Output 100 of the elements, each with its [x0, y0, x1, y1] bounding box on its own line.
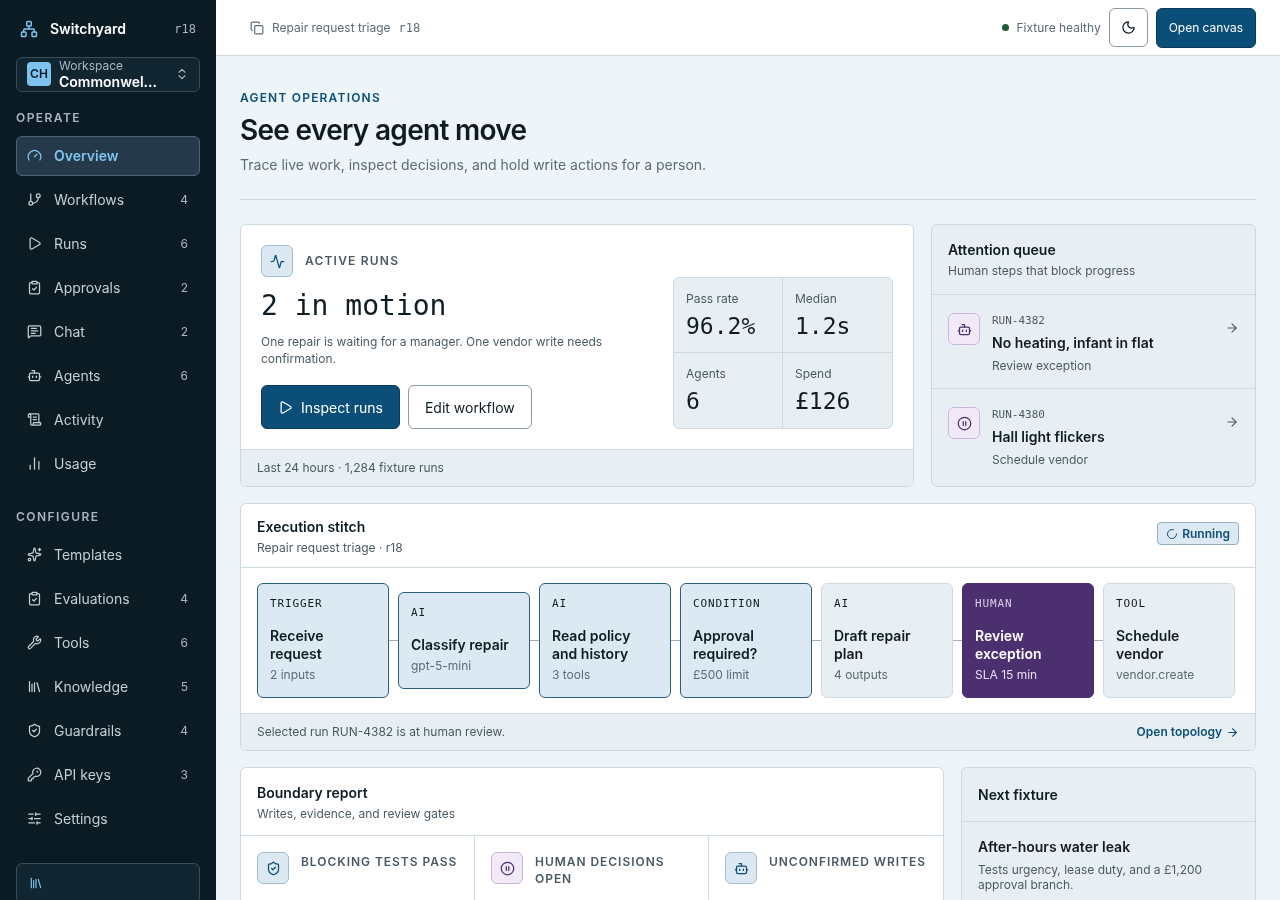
- stat-label: Pass rate: [686, 290, 740, 308]
- fixture-name: After-hours water leak: [978, 837, 1132, 857]
- edit-workflow-button[interactable]: Edit workflow: [407, 385, 532, 429]
- nav-count: 4: [180, 721, 188, 740]
- card-footer: Last 24 hours · 1,284 fixture runs: [241, 449, 913, 486]
- footer-text: Selected run RUN-4382 is at human review.: [257, 723, 505, 741]
- copy-icon: [250, 20, 264, 35]
- node-detail: £500 limit: [693, 666, 751, 684]
- metric-label: BLOCKING TESTS PASS: [301, 853, 458, 871]
- section-heading: CONFIGURE: [16, 507, 101, 526]
- nav-item[interactable]: Usage: [16, 443, 200, 484]
- node-title: Read policy and history: [552, 626, 632, 663]
- chat-icon: [27, 324, 42, 339]
- card-label: ACTIVE RUNS: [305, 252, 400, 270]
- workflow-node[interactable]: AI Draft repair plan 4 outputs: [821, 583, 953, 698]
- nav-item[interactable]: API keys 3: [16, 754, 200, 795]
- shield-icon: [27, 723, 42, 738]
- run-id: RUN-4380: [992, 407, 1046, 423]
- nav-item[interactable]: Tools 6: [16, 622, 200, 663]
- run-title: No heating, infant in flat: [992, 332, 1155, 353]
- node-detail: vendor.create: [1116, 666, 1196, 684]
- logo-icon: [20, 19, 38, 38]
- nav-item[interactable]: Evaluations 4: [16, 578, 200, 619]
- theme-toggle[interactable]: [1108, 8, 1148, 47]
- section-heading: OPERATE: [16, 108, 82, 127]
- page-title: See every agent move: [240, 113, 528, 148]
- brand-name: Switchyard: [50, 19, 126, 39]
- gauge-icon: [27, 148, 42, 163]
- node-detail: SLA 15 min: [975, 666, 1039, 684]
- card-subtitle: Writes, evidence, and review gates: [257, 805, 457, 823]
- node-type: CONDITION: [693, 596, 762, 612]
- sparkle-icon: [27, 547, 42, 562]
- nav-count: 6: [180, 234, 188, 253]
- inspect-runs-button[interactable]: Inspect runs: [261, 385, 400, 429]
- nav-item[interactable]: Runs 6: [16, 223, 200, 264]
- moon-icon: [1120, 20, 1136, 35]
- shield-icon: [257, 852, 289, 884]
- stat-label: Spend: [795, 365, 833, 383]
- revision-label: r18: [398, 19, 421, 37]
- wrench-icon: [27, 635, 42, 650]
- stat-value: 6: [686, 387, 701, 416]
- stat-value: £126: [795, 387, 852, 416]
- node-title: Schedule vendor: [1116, 626, 1181, 663]
- node-type: TOOL: [1116, 596, 1147, 612]
- workflow-node[interactable]: HUMAN Review exception SLA 15 min: [962, 583, 1094, 698]
- card-title: Execution stitch: [257, 517, 367, 537]
- queue-item[interactable]: RUN-4380 Hall light flickers Schedule vendor: [932, 389, 1255, 483]
- nav-count: 2: [180, 278, 188, 297]
- eyebrow: AGENT OPERATIONS: [240, 89, 382, 107]
- clipboard-icon: [27, 591, 42, 606]
- node-title: Approval required?: [693, 626, 759, 663]
- play-icon: [27, 236, 42, 251]
- pause-icon: [491, 852, 523, 884]
- workflow-node[interactable]: AI Read policy and history 3 tools: [539, 583, 671, 698]
- node-detail: 2 inputs: [270, 666, 317, 684]
- stat-value: 96.2%: [686, 312, 757, 341]
- branch-icon: [27, 192, 42, 207]
- node-detail: 3 tools: [552, 666, 592, 684]
- nav-count: 6: [180, 633, 188, 652]
- workspace-label: Workspace: [59, 58, 125, 73]
- workflow-node[interactable]: AI Classify repair gpt-5-mini: [398, 592, 530, 689]
- robot-icon: [27, 368, 42, 383]
- node-type: AI: [834, 596, 850, 612]
- card-title: Boundary report: [257, 783, 369, 803]
- nav-item[interactable]: Templates: [16, 534, 200, 575]
- open-canvas-button[interactable]: Open canvas: [1155, 7, 1256, 48]
- nav-item[interactable]: Approvals 2: [16, 267, 200, 308]
- workflow-node[interactable]: TOOL Schedule vendor vendor.create: [1103, 583, 1235, 698]
- nav-item[interactable]: Agents 6: [16, 355, 200, 396]
- open-topology-link[interactable]: Open topology: [1136, 723, 1239, 741]
- running-badge: Running: [1157, 522, 1239, 545]
- scroll-icon: [27, 412, 42, 427]
- run-action: Schedule vendor: [992, 450, 1090, 469]
- node-title: Receive request: [270, 626, 325, 663]
- nav-count: 4: [180, 190, 188, 209]
- card-subtitle: Repair request triage · r18: [257, 539, 403, 557]
- stat-label: Agents: [686, 365, 727, 383]
- node-type: HUMAN: [975, 596, 1014, 612]
- metric-label: UNCONFIRMED WRITES: [769, 853, 926, 871]
- workflow-node[interactable]: TRIGGER Receive request 2 inputs: [257, 583, 389, 698]
- robot-icon: [725, 852, 757, 884]
- workflow-node[interactable]: CONDITION Approval required? £500 limit: [680, 583, 812, 698]
- arrow-icon: [1226, 725, 1239, 739]
- run-id: RUN-4382: [992, 313, 1046, 329]
- nav-count: 4: [180, 589, 188, 608]
- nav-item[interactable]: Overview: [16, 135, 200, 176]
- library-icon: [29, 875, 43, 890]
- bar-chart-icon: [27, 456, 42, 471]
- revision-label: r18: [174, 20, 196, 38]
- nav-item[interactable]: Knowledge 5: [16, 666, 200, 707]
- nav-item[interactable]: Chat 2: [16, 311, 200, 352]
- nav-item[interactable]: Activity: [16, 399, 200, 440]
- card-title: Attention queue: [948, 240, 1057, 260]
- queue-item[interactable]: RUN-4382 No heating, infant in flat Review exception: [932, 295, 1255, 389]
- run-action: Review exception: [992, 356, 1093, 375]
- nav-item[interactable]: Guardrails 4: [16, 710, 200, 751]
- nav-item[interactable]: Workflows 4: [16, 179, 200, 220]
- nav-item[interactable]: Settings: [16, 798, 200, 839]
- card-title: Next fixture: [978, 785, 1058, 805]
- workspace-name: Commonwel...: [59, 73, 157, 91]
